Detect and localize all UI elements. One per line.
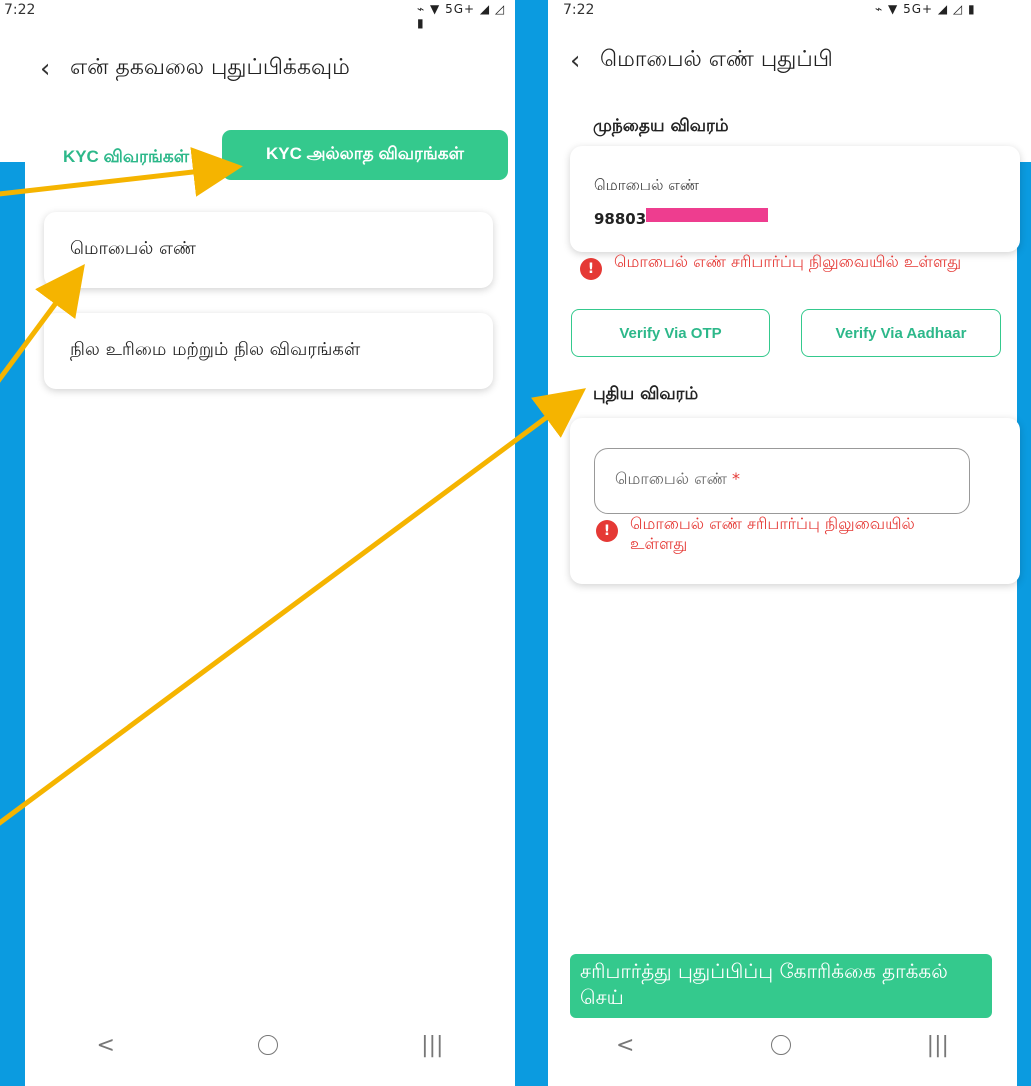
menu-item-land-details[interactable]: நில உரிமை மற்றும் நில விவரங்கள்: [44, 313, 493, 389]
tab-kyc-details[interactable]: KYC விவரங்கள்: [40, 138, 212, 178]
nav-recents-icon[interactable]: |||: [421, 1033, 443, 1058]
back-chevron-icon[interactable]: ‹: [570, 48, 600, 74]
previous-detail-card: மொபைல் எண் 98803: [570, 146, 1020, 252]
tab-non-kyc-details[interactable]: KYC அல்லாத விவரங்கள்: [222, 130, 508, 180]
new-mobile-input[interactable]: மொபைல் எண் *: [594, 448, 970, 514]
left-header: ‹ என் தகவலை புதுப்பிக்கவும்: [40, 52, 350, 86]
menu-item-mobile-number[interactable]: மொபைல் எண்: [44, 212, 493, 288]
right-status-bar: 7:22 ⌁ ▼ 5G+ ◢ ◿ ▮: [563, 0, 1023, 22]
required-mark: *: [732, 469, 741, 488]
verify-via-otp-button[interactable]: Verify Via OTP: [571, 309, 770, 357]
left-nav-bar: < |||: [25, 1020, 515, 1070]
nav-back-icon[interactable]: <: [616, 1033, 634, 1058]
submit-update-request-button[interactable]: சரிபார்த்து புதுப்பிப்பு கோரிக்கை தாக்கல…: [570, 954, 992, 1018]
new-mobile-placeholder: மொபைல் எண் *: [615, 469, 741, 488]
error-icon: !: [580, 258, 602, 280]
menu-item-label: மொபைல் எண்: [70, 238, 196, 259]
status-icons: ⌁ ▼ 5G+ ◢ ◿ ▮: [875, 2, 976, 16]
error-icon: !: [596, 520, 618, 542]
status-time: 7:22: [563, 2, 595, 18]
right-header: ‹ மொபைல் எண் புதுப்பி: [570, 44, 833, 78]
page-title: மொபைல் எண் புதுப்பி: [600, 47, 833, 72]
status-icons: ⌁ ▼ 5G+ ◢ ◿ ▮: [417, 2, 506, 30]
nav-back-icon[interactable]: <: [97, 1033, 115, 1058]
nav-home-icon[interactable]: [258, 1035, 279, 1055]
nav-home-icon[interactable]: [770, 1035, 791, 1055]
verify-via-aadhaar-button[interactable]: Verify Via Aadhaar: [801, 309, 1001, 357]
verification-pending-error: ! மொபைல் எண் சரிபார்ப்பு நிலுவையில் உள்ள…: [580, 252, 990, 280]
page-title: என் தகவலை புதுப்பிக்கவும்: [70, 55, 350, 80]
new-detail-title: புதிய விவரம்: [593, 384, 699, 404]
new-mobile-error: ! மொபைல் எண் சரிபார்ப்பு நிலுவையில் உள்ள…: [596, 514, 976, 554]
error-text: மொபைல் எண் சரிபார்ப்பு நிலுவையில் உள்ளது: [630, 514, 915, 553]
previous-mobile-value: 98803: [594, 210, 647, 228]
error-text: மொபைல் எண் சரிபார்ப்பு நிலுவையில் உள்ளது: [614, 252, 962, 271]
menu-item-label: நில உரிமை மற்றும் நில விவரங்கள்: [70, 339, 361, 360]
left-status-bar: 7:22 ⌁ ▼ 5G+ ◢ ◿ ▮: [4, 0, 509, 30]
status-time: 7:22: [4, 2, 36, 18]
redaction-mask: [646, 208, 768, 222]
right-nav-bar: < |||: [548, 1020, 1017, 1070]
previous-detail-title: முந்தைய விவரம்: [593, 116, 729, 136]
back-chevron-icon[interactable]: ‹: [40, 56, 70, 82]
nav-recents-icon[interactable]: |||: [927, 1033, 949, 1058]
new-detail-card: மொபைல் எண் * ! மொபைல் எண் சரிபார்ப்பு நி…: [570, 418, 1020, 584]
previous-mobile-label: மொபைல் எண்: [594, 176, 699, 194]
